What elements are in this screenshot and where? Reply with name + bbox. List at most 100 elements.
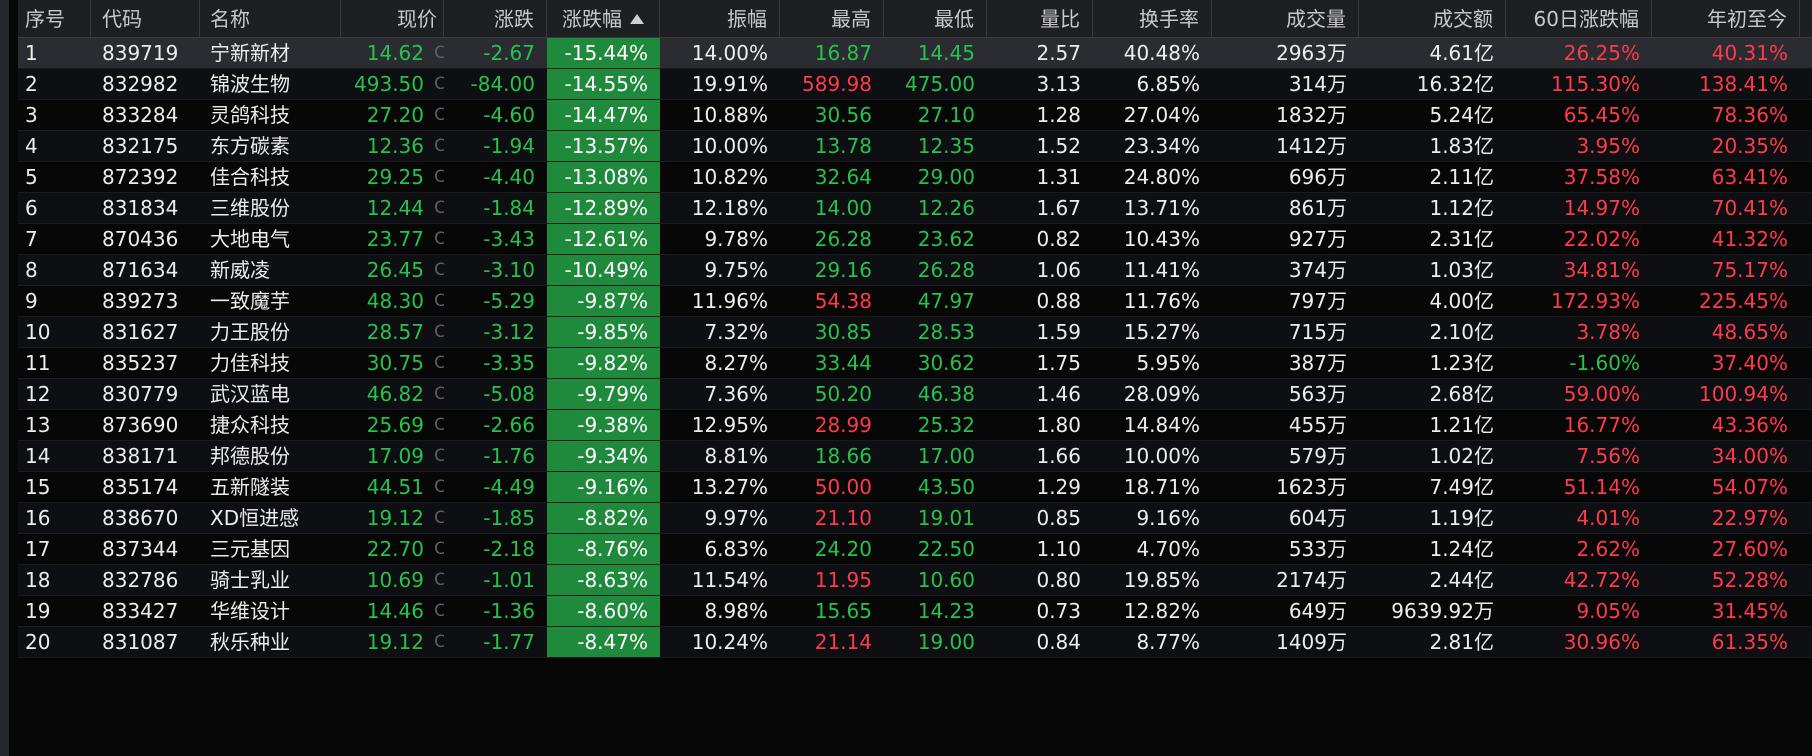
price-value: 12.44 xyxy=(366,196,424,220)
stock-code-cell: 833427 xyxy=(102,599,179,623)
change-ytd-cell: 27.60% xyxy=(1711,537,1788,561)
price-value: 29.25 xyxy=(366,165,424,189)
change-ytd-cell: 138.41% xyxy=(1699,72,1788,96)
turnover-rate-cell: 40.48% xyxy=(1123,41,1200,65)
stock-name-cell: 一致魔芋 xyxy=(210,289,290,313)
day-high-cell: 21.10 xyxy=(814,506,872,530)
row-index-cell: 9 xyxy=(25,289,38,313)
col-header-price[interactable]: 现价 xyxy=(341,0,444,37)
table-row[interactable]: 19 833427 华维设计 14.46 C -1.36 -8.60% 8.98% 15.65 1… xyxy=(18,596,1812,627)
change-percent-cell: -14.55% xyxy=(547,69,660,99)
stock-name-cell: 邦德股份 xyxy=(210,444,290,468)
change-ytd-cell: 61.35% xyxy=(1711,630,1788,654)
day-low-cell: 30.62 xyxy=(917,351,975,375)
volume-cell: 2174万 xyxy=(1276,568,1347,592)
day-low-cell: 28.53 xyxy=(917,320,975,344)
change-percent-cell: -8.63% xyxy=(547,565,660,595)
table-row[interactable]: 17 837344 三元基因 22.70 C -2.18 -8.76% 6.83% 24.20 2… xyxy=(18,534,1812,565)
table-row[interactable]: 4 832175 东方碳素 12.36 C -1.94 -13.57% 10.00% 13.78… xyxy=(18,131,1812,162)
current-price-cell: 29.25 C xyxy=(341,162,444,192)
col-header-turnover[interactable]: 换手率 xyxy=(1093,0,1212,37)
col-header-60d-change[interactable]: 60日涨跌幅 xyxy=(1506,0,1652,37)
col-header-volume-ratio[interactable]: 量比 xyxy=(987,0,1093,37)
day-low-cell: 26.28 xyxy=(917,258,975,282)
volume-cell: 533万 xyxy=(1288,537,1347,561)
col-header-change[interactable]: 涨跌 xyxy=(444,0,547,37)
current-price-cell: 25.69 C xyxy=(341,410,444,440)
change-percent-cell: -9.34% xyxy=(547,441,660,471)
change-ytd-cell: 52.28% xyxy=(1711,568,1788,592)
volume-ratio-cell: 0.73 xyxy=(1036,599,1081,623)
stock-name-cell: XD恒进感 xyxy=(210,506,300,530)
change-60d-cell: 14.97% xyxy=(1563,196,1640,220)
table-row[interactable]: 3 833284 灵鸽科技 27.20 C -4.60 -14.47% 10.88% 30.56… xyxy=(18,100,1812,131)
change-percent-cell: -12.89% xyxy=(547,193,660,223)
stock-name-cell: 佳合科技 xyxy=(210,165,290,189)
col-header-code[interactable]: 代码 xyxy=(91,0,200,37)
table-row[interactable]: 2 832982 锦波生物 493.50 C -84.00 -14.55% 19.91% 589… xyxy=(18,69,1812,100)
change-60d-cell: 51.14% xyxy=(1563,475,1640,499)
price-value: 22.70 xyxy=(366,537,424,561)
turnover-rate-cell: 11.76% xyxy=(1123,289,1200,313)
table-row[interactable]: 9 839273 一致魔芋 48.30 C -5.29 -9.87% 11.96% 54.38 4… xyxy=(18,286,1812,317)
col-header-volume[interactable]: 成交量 xyxy=(1212,0,1359,37)
col-header-amount[interactable]: 成交额 xyxy=(1359,0,1506,37)
amplitude-cell: 13.27% xyxy=(691,475,768,499)
stock-code-cell: 871634 xyxy=(102,258,179,282)
day-high-cell: 13.78 xyxy=(814,134,872,158)
day-low-cell: 19.00 xyxy=(917,630,975,654)
table-row[interactable]: 20 831087 秋乐种业 19.12 C -1.77 -8.47% 10.24% 21.14… xyxy=(18,627,1812,658)
price-marker-icon: C xyxy=(434,539,444,559)
row-index-cell: 1 xyxy=(25,41,38,65)
day-high-cell: 30.56 xyxy=(814,103,872,127)
day-low-cell: 22.50 xyxy=(917,537,975,561)
table-row[interactable]: 10 831627 力王股份 28.57 C -3.12 -9.85% 7.32% 30.85 2… xyxy=(18,317,1812,348)
turnover-rate-cell: 28.09% xyxy=(1123,382,1200,406)
col-header-change-pct[interactable]: 涨跌幅 xyxy=(547,0,660,37)
table-row[interactable]: 16 838670 XD恒进感 19.12 C -1.85 -8.82% 9.97% 21.10… xyxy=(18,503,1812,534)
change-ytd-cell: 75.17% xyxy=(1711,258,1788,282)
change-ytd-cell: 41.32% xyxy=(1711,227,1788,251)
volume-cell: 563万 xyxy=(1288,382,1347,406)
stock-name-cell: 三维股份 xyxy=(210,196,290,220)
table-row[interactable]: 6 831834 三维股份 12.44 C -1.84 -12.89% 12.18% 14.00… xyxy=(18,193,1812,224)
day-low-cell: 10.60 xyxy=(917,568,975,592)
day-low-cell: 14.23 xyxy=(917,599,975,623)
day-high-cell: 589.98 xyxy=(802,72,872,96)
table-row[interactable]: 15 835174 五新隧装 44.51 C -4.49 -9.16% 13.27% 50.00… xyxy=(18,472,1812,503)
price-value: 493.50 xyxy=(354,72,424,96)
table-row[interactable]: 18 832786 骑士乳业 10.69 C -1.01 -8.63% 11.54% 11.95… xyxy=(18,565,1812,596)
turnover-rate-cell: 27.04% xyxy=(1123,103,1200,127)
trade-amount-cell: 5.24亿 xyxy=(1429,103,1494,127)
col-header-high[interactable]: 最高 xyxy=(780,0,884,37)
col-header-ytd[interactable]: 年初至今 xyxy=(1652,0,1800,37)
stock-name-cell: 新威凌 xyxy=(210,258,270,282)
table-row[interactable]: 14 838171 邦德股份 17.09 C -1.76 -9.34% 8.81% 18.66 1… xyxy=(18,441,1812,472)
price-value: 14.62 xyxy=(366,41,424,65)
col-header-name[interactable]: 名称 xyxy=(200,0,341,37)
volume-ratio-cell: 1.75 xyxy=(1036,351,1081,375)
current-price-cell: 14.62 C xyxy=(341,38,444,68)
trade-amount-cell: 2.10亿 xyxy=(1429,320,1494,344)
turnover-rate-cell: 12.82% xyxy=(1123,599,1200,623)
stock-code-cell: 831834 xyxy=(102,196,179,220)
table-row[interactable]: 7 870436 大地电气 23.77 C -3.43 -12.61% 9.78% 26.28 2… xyxy=(18,224,1812,255)
table-row[interactable]: 5 872392 佳合科技 29.25 C -4.40 -13.08% 10.82% 32.64… xyxy=(18,162,1812,193)
trade-amount-cell: 2.68亿 xyxy=(1429,382,1494,406)
price-change-cell: -3.12 xyxy=(483,320,535,344)
table-row[interactable]: 13 873690 捷众科技 25.69 C -2.66 -9.38% 12.95% 28.99… xyxy=(18,410,1812,441)
table-row[interactable]: 11 835237 力佳科技 30.75 C -3.35 -9.82% 8.27% 33.44 3… xyxy=(18,348,1812,379)
table-row[interactable]: 1 839719 宁新新材 14.62 C -2.67 -15.44% 14.00% 16.87… xyxy=(18,38,1812,69)
stock-name-cell: 秋乐种业 xyxy=(210,630,290,654)
stock-name-cell: 宁新新材 xyxy=(210,41,290,65)
table-row[interactable]: 12 830779 武汉蓝电 46.82 C -5.08 -9.79% 7.36% 50.20 4… xyxy=(18,379,1812,410)
table-row[interactable]: 8 871634 新威凌 26.45 C -3.10 -10.49% 9.75% 29.16 26… xyxy=(18,255,1812,286)
change-ytd-cell: 37.40% xyxy=(1711,351,1788,375)
col-header-amplitude[interactable]: 振幅 xyxy=(660,0,780,37)
stock-name-cell: 力王股份 xyxy=(210,320,290,344)
current-price-cell: 23.77 C xyxy=(341,224,444,254)
col-header-index[interactable]: 序号 xyxy=(18,0,91,37)
price-marker-icon: C xyxy=(434,291,444,311)
col-header-low[interactable]: 最低 xyxy=(884,0,987,37)
day-high-cell: 33.44 xyxy=(814,351,872,375)
